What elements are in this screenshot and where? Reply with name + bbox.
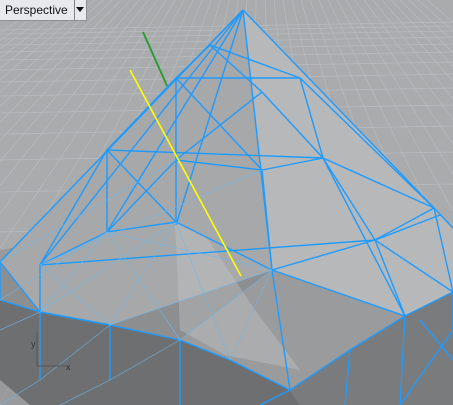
gizmo-y-label: y: [31, 339, 36, 349]
viewport-menu-button[interactable]: [75, 0, 86, 20]
viewport-title-tab[interactable]: Perspective: [0, 0, 87, 21]
viewport-title-label[interactable]: Perspective: [0, 0, 74, 20]
pyramid-surface[interactable]: [0, 10, 453, 405]
triangle-down-icon: [76, 7, 85, 12]
viewport-canvas[interactable]: y x: [0, 0, 453, 405]
face-right: [243, 10, 453, 316]
perspective-viewport[interactable]: y x Perspective: [0, 0, 453, 405]
gizmo-x-label: x: [66, 362, 71, 372]
